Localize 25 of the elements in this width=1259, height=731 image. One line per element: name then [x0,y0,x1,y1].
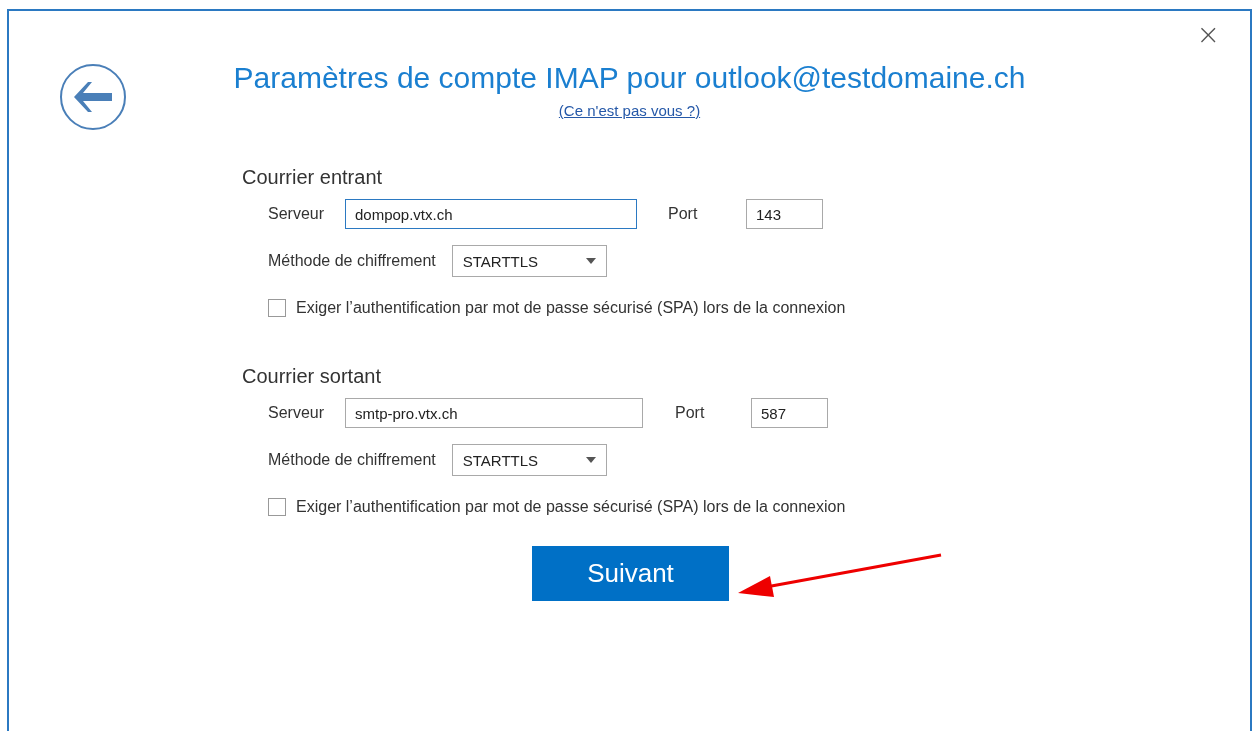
field-label: Serveur [268,205,326,223]
encryption-dropdown[interactable]: STARTTLS [451,444,607,476]
encryption-dropdown[interactable]: STARTTLS [451,245,607,277]
section-heading: Courrier entrant [242,166,384,189]
caret-icon [585,258,596,264]
checkbox-label: Exiger l’authentification par mot de passe sécurisé (SPA) lors de la connexion [296,498,846,516]
port-field[interactable]: 587 [751,398,828,428]
field-label: Méthode de chiffrement [268,451,436,469]
checkbox-label: Exiger l’authentification par mot de passe sécurisé (SPA) lors de la connexion [296,299,846,317]
section-heading: Courrier sortant [242,365,382,388]
server-field[interactable]: smtp-pro.vtx.ch [345,398,643,428]
close-button[interactable]: × [1192,21,1224,49]
checkbox[interactable] [268,299,286,317]
field-label: Port [675,404,706,422]
field-label: Port [668,205,699,223]
port-field[interactable]: 143 [746,199,823,229]
dialog-title: Paramètres de compte IMAP pour outlook@testdomaine.ch [233,61,1026,95]
field-label: Serveur [268,404,326,422]
caret-icon [585,457,596,463]
next-button[interactable]: Suivant [532,546,729,601]
checkbox[interactable] [268,498,286,516]
back-arrow-icon [74,82,112,112]
not-you-link[interactable]: (Ce n'est pas vous ?) [558,102,701,119]
server-field[interactable]: dompop.vtx.ch [345,199,637,229]
field-label: Méthode de chiffrement [268,252,436,270]
